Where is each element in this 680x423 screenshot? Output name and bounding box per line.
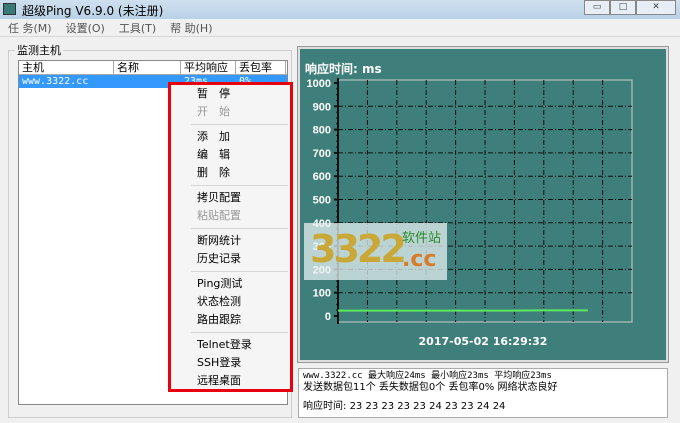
response-label: 响应时间: [303, 401, 347, 412]
app-icon [3, 3, 16, 15]
response-values: 23 23 23 23 23 24 23 23 24 24 [349, 401, 506, 412]
maximize-button[interactable]: □ [610, 0, 636, 15]
context-menu-item[interactable]: 暂 停 [171, 85, 290, 103]
menu-separator [191, 332, 288, 333]
context-menu-item[interactable]: 开 始 [171, 103, 290, 121]
column-avg[interactable]: 平均响应 [181, 61, 236, 74]
y-tick-label: 1000 [307, 78, 331, 90]
context-menu-item[interactable]: 粘贴配置 [171, 207, 290, 225]
host-cell: www.3322.cc [22, 76, 89, 87]
menu-separator [191, 124, 288, 125]
menu-separator [191, 271, 288, 272]
context-menu-item[interactable]: SSH登录 [171, 354, 290, 372]
context-menu-item[interactable]: 断网统计 [171, 232, 290, 250]
y-tick-label: 700 [313, 148, 331, 160]
column-host[interactable]: 主机 [19, 61, 114, 74]
context-menu-item[interactable]: 状态检测 [171, 293, 290, 311]
chart-plot: 01002003004005006007008009001000 [307, 78, 633, 324]
watermark-logo: 3322 软件站 .cc [304, 223, 447, 280]
chart-timestamp: 2017-05-02 16:29:32 [418, 335, 548, 348]
group-label: 监测主机 [15, 42, 63, 58]
column-loss[interactable]: 丢包率 [236, 61, 286, 74]
context-menu-item[interactable]: 路由跟踪 [171, 311, 290, 329]
y-tick-label: 100 [313, 288, 331, 300]
window-title: 超级Ping V6.9.0 (未注册) [22, 4, 164, 18]
y-tick-label: 900 [313, 101, 331, 113]
y-tick-label: 0 [325, 311, 331, 323]
status-line-1: www.3322.cc 最大响应24ms 最小响应23ms 平均响应23ms [303, 371, 552, 381]
response-chart: 响应时间: ms 0100200300400500600700800900100… [297, 46, 669, 363]
y-tick-label: 500 [313, 195, 331, 207]
menu-task[interactable]: 任 务(M) [8, 20, 52, 36]
context-menu-item[interactable]: Ping测试 [171, 275, 290, 293]
menu-help[interactable]: 帮 助(H) [170, 20, 212, 36]
status-panel: www.3322.cc 最大响应24ms 最小响应23ms 平均响应23ms 发… [298, 368, 668, 418]
context-menu-item[interactable]: 删 除 [171, 164, 290, 182]
context-menu-item[interactable]: 拷贝配置 [171, 189, 290, 207]
context-menu: 暂 停开 始添 加编 辑删 除拷贝配置 粘贴配置断网统计 历史记录 Ping测试 状态检… [168, 82, 293, 392]
context-menu-item[interactable]: 远程桌面 [171, 372, 290, 390]
context-menu-item[interactable]: 添 加 [171, 128, 290, 146]
menu-bar: 任 务(M) 设置(O) 工具(T) 帮 助(H) [0, 19, 680, 37]
context-menu-item[interactable]: 编 辑 [171, 146, 290, 164]
menu-separator [191, 185, 288, 186]
close-button[interactable]: ✕ [636, 0, 676, 15]
menu-separator [191, 228, 288, 229]
menu-settings[interactable]: 设置(O) [66, 20, 105, 36]
y-tick-label: 800 [313, 125, 331, 137]
context-menu-item[interactable]: 历史记录 [171, 250, 290, 268]
menu-tools[interactable]: 工具(T) [119, 20, 156, 36]
column-name[interactable]: 名称 [114, 61, 181, 74]
context-menu-item[interactable]: Telnet登录 [171, 336, 290, 354]
y-tick-label: 600 [313, 171, 331, 183]
title-bar: 超级Ping V6.9.0 (未注册) ▭ □ ✕ [0, 0, 680, 19]
status-line-2: 发送数据包11个 丢失数据包0个 丢包率0% 网络状态良好 [303, 382, 558, 393]
minimize-button[interactable]: ▭ [584, 0, 610, 15]
